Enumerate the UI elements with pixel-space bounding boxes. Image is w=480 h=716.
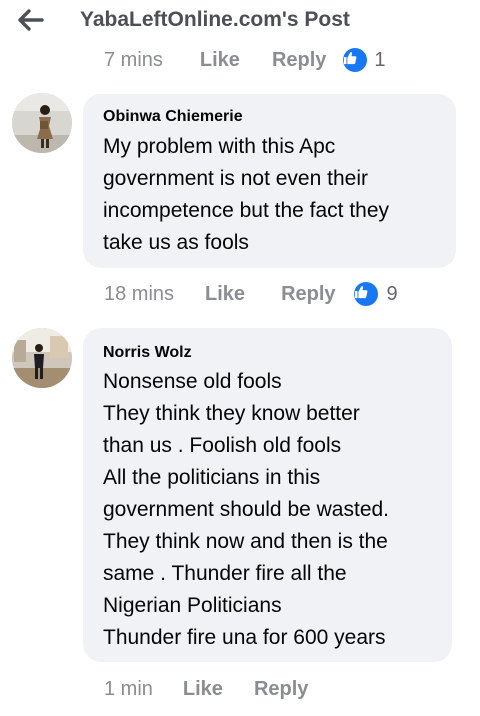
comment-timestamp: 18 mins bbox=[104, 282, 175, 305]
comment-bubble: Norris Wolz Nonsense old fools They thin… bbox=[83, 328, 452, 662]
back-button[interactable] bbox=[14, 6, 48, 34]
reply-button[interactable]: Reply bbox=[281, 283, 335, 306]
comment-line: My problem with this Apc bbox=[103, 135, 336, 158]
comment-meta-row: 18 mins Like Reply 9 bbox=[104, 282, 398, 306]
comment-timestamp: 7 mins bbox=[104, 48, 163, 71]
comment-line: They think they know better bbox=[103, 402, 360, 425]
comment-line: Nigerian Politicians bbox=[103, 594, 282, 617]
like-button[interactable]: Like bbox=[200, 49, 240, 72]
comment-line: Nonsense old fools bbox=[103, 370, 282, 393]
arrow-left-icon bbox=[18, 9, 44, 31]
comment-text: My problem with this Apc government is n… bbox=[103, 131, 448, 259]
comment-thread: 7 mins Like Reply 1 Obinwa Chiemerie My … bbox=[0, 40, 480, 716]
comment-meta-row: 1 min Like Reply bbox=[104, 678, 308, 701]
comment-line: government is not even their bbox=[103, 167, 368, 190]
comment-meta-row: 7 mins Like Reply 1 bbox=[104, 48, 386, 72]
comment-line: incompetence but the fact they bbox=[103, 199, 390, 222]
like-button[interactable]: Like bbox=[205, 283, 245, 306]
reaction-count: 1 bbox=[374, 48, 386, 71]
thumbs-up-icon bbox=[343, 48, 368, 72]
comment-line: than us . Foolish old fools bbox=[103, 434, 342, 457]
comment-line: Thunder fire una for 600 years bbox=[103, 626, 386, 649]
avatar[interactable] bbox=[12, 328, 72, 388]
comment-line: same . Thunder fire all the bbox=[103, 562, 347, 585]
comment-line: All the politicians in this bbox=[103, 466, 321, 489]
reply-button[interactable]: Reply bbox=[272, 49, 326, 72]
avatar[interactable] bbox=[12, 93, 72, 153]
page-title: YabaLeftOnline.com's Post bbox=[80, 8, 350, 31]
comment-timestamp: 1 min bbox=[104, 678, 153, 700]
reaction-count: 9 bbox=[386, 282, 398, 305]
thumbs-up-icon bbox=[353, 282, 378, 306]
comment-author[interactable]: Norris Wolz bbox=[103, 344, 192, 362]
like-button[interactable]: Like bbox=[183, 678, 223, 701]
reply-button[interactable]: Reply bbox=[254, 678, 308, 701]
comment-line: take us as fools bbox=[103, 231, 249, 254]
comment-text: Nonsense old fools They think they know … bbox=[103, 366, 444, 654]
comment-bubble: Obinwa Chiemerie My problem with this Ap… bbox=[83, 94, 456, 268]
comment-line: They think now and then is the bbox=[103, 530, 388, 553]
app-header: YabaLeftOnline.com's Post bbox=[0, 0, 480, 40]
comment-author[interactable]: Obinwa Chiemerie bbox=[103, 108, 243, 126]
comment-line: government should be wasted. bbox=[103, 498, 390, 521]
